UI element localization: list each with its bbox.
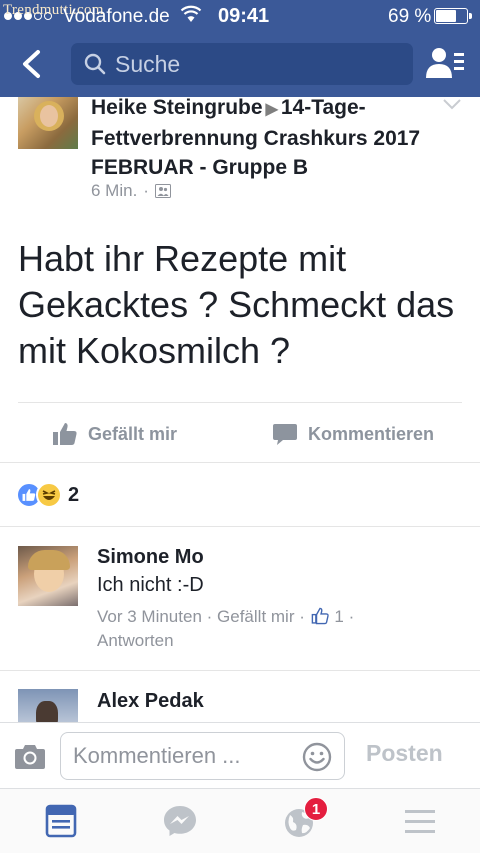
bottom-tab-bar: 1 <box>0 788 480 853</box>
comment-item: Alex Pedak <box>0 671 480 722</box>
post-text: Habt ihr Rezepte mit Gekacktes ? Schmeck… <box>18 238 455 371</box>
post-time[interactable]: 6 Min. <box>91 181 137 201</box>
notifications-tab[interactable]: 1 <box>281 797 328 839</box>
comment-composer: Posten <box>0 722 480 788</box>
news-feed-icon[interactable] <box>41 803 81 839</box>
search-input[interactable] <box>115 50 395 78</box>
post-author-name[interactable]: Heike Steingrube <box>91 96 263 119</box>
comment-button-label: Kommentieren <box>308 423 435 444</box>
sticker-smiley-icon[interactable] <box>301 741 333 773</box>
like-button[interactable]: Gefällt mir <box>52 410 177 458</box>
post-comment-button[interactable]: Posten <box>366 740 443 767</box>
messenger-icon[interactable] <box>160 803 200 839</box>
search-bar[interactable] <box>71 43 413 85</box>
triangle-right-icon: ▶ <box>265 101 278 118</box>
comment-like-link[interactable]: Gefällt mir <box>217 607 294 626</box>
comment-input[interactable] <box>73 741 283 771</box>
comment-button[interactable]: Kommentieren <box>272 410 434 458</box>
post-header: Heike Steingrube ▶ 14-Tage-Fettverbrennung… <box>0 96 480 207</box>
comment-text: Ich nicht :-D <box>97 574 204 596</box>
thumbs-up-icon <box>311 607 329 625</box>
commenter-avatar[interactable] <box>18 546 78 606</box>
haha-reaction-icon <box>36 482 62 508</box>
battery-icon <box>434 8 472 24</box>
commenter-avatar[interactable] <box>18 689 78 722</box>
group-audience-icon <box>154 184 171 198</box>
wifi-icon <box>180 5 202 22</box>
menu-icon[interactable] <box>400 803 440 839</box>
comment-icon <box>273 424 297 445</box>
camera-icon[interactable] <box>14 742 46 770</box>
meta-separator: · <box>143 181 149 200</box>
comment-like-count: 1 <box>334 607 344 626</box>
chevron-down-icon[interactable] <box>442 97 462 111</box>
comment-item: Simone Mo Ich nicht :-D Vor 3 Minuten · … <box>0 526 480 671</box>
carrier-name: Vodafone.de <box>63 6 170 27</box>
like-button-label: Gefällt mir <box>88 423 178 444</box>
notification-badge: 1 <box>304 797 328 821</box>
post-title[interactable]: Heike Steingrube ▶ 14-Tage-Fettverbrennung… <box>91 93 436 182</box>
commenter-name[interactable]: Simone Mo <box>97 546 204 569</box>
divider <box>0 462 480 463</box>
reactions-summary[interactable]: 2 <box>16 480 79 510</box>
status-bar: Trendmutti.com Vodafone.de 09:41 69 % <box>0 0 480 32</box>
thumbs-up-icon <box>53 423 77 445</box>
friend-requests-icon[interactable] <box>424 44 466 82</box>
battery-percentage: 69 % <box>388 6 432 27</box>
post-actions: Gefällt mir Kommentieren <box>0 410 480 458</box>
divider <box>18 402 462 403</box>
post-meta: 6 Min. · <box>91 181 171 201</box>
top-bar: Trendmutti.com Vodafone.de 09:41 69 % <box>0 0 480 97</box>
commenter-name[interactable]: Alex Pedak <box>97 690 204 713</box>
clock: 09:41 <box>218 5 270 27</box>
reaction-count: 2 <box>68 483 80 506</box>
comment-input-box[interactable] <box>60 732 345 780</box>
comment-meta: Vor 3 Minuten · Gefällt mir · 1 · Antwor… <box>97 607 355 650</box>
author-avatar[interactable] <box>18 97 78 149</box>
comment-time: Vor 3 Minuten <box>97 607 202 626</box>
search-icon <box>84 53 106 75</box>
back-button[interactable] <box>14 44 50 84</box>
comment-reply-link[interactable]: Antworten <box>97 631 174 650</box>
